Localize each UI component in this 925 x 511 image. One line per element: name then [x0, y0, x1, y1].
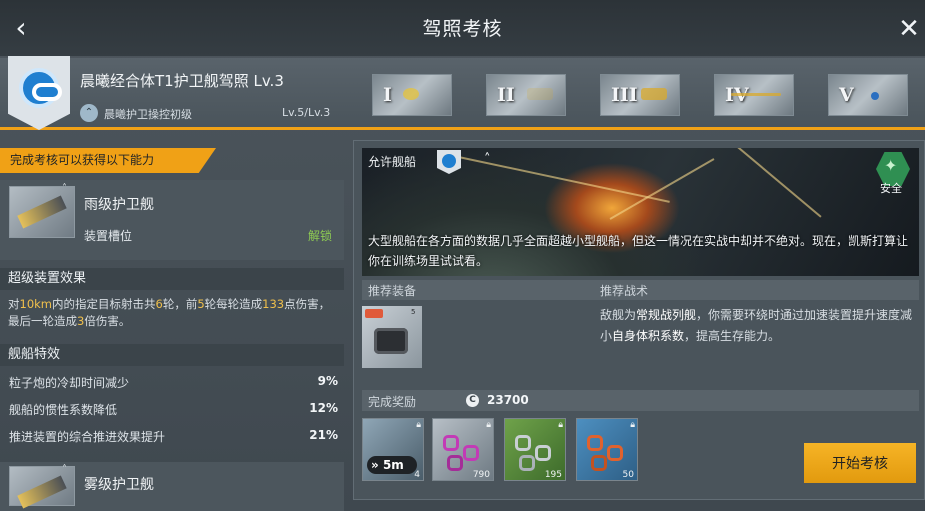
- effect-row-label: 推进装置的综合推进效果提升: [9, 430, 166, 444]
- effect-row-label: 舰船的惯性系数降低: [9, 403, 118, 417]
- start-exam-button[interactable]: 开始考核: [804, 443, 916, 483]
- stage-tab-5[interactable]: V: [828, 74, 908, 116]
- safety-label: 安全: [880, 182, 902, 195]
- unlock-status: 解锁: [308, 229, 333, 243]
- caret-up-icon[interactable]: ˄: [484, 152, 491, 167]
- super-effect-title: 超级装置效果: [0, 268, 344, 290]
- stage-tab-2[interactable]: II: [486, 74, 566, 116]
- stage-tab-4[interactable]: IV: [714, 74, 794, 116]
- item-quantity: 50: [622, 470, 634, 480]
- slot-label: 装置槽位: [84, 229, 133, 243]
- effect-row-value: 21%: [309, 428, 338, 442]
- lock-icon: 🔒︎: [416, 420, 421, 430]
- lock-icon: 🔒︎: [558, 420, 563, 430]
- equipment-level: 5: [411, 308, 416, 316]
- caret-up-icon: ˄: [62, 464, 67, 475]
- reward-item-green-ore[interactable]: 🔒︎ 195: [504, 418, 566, 481]
- license-name: 晨曦经合体T1护卫舰驾照 Lv.3: [80, 72, 284, 90]
- recommended-tactic-label: 推荐战术: [600, 284, 649, 298]
- tactic-description: 敌舰为常规战列舰，你需要环绕时通过加速装置提升速度减小自身体积系数，提高生存能力…: [600, 308, 913, 343]
- reward-header-row: [362, 390, 919, 411]
- effect-row-value: 9%: [317, 374, 338, 388]
- credit-coin-icon: C: [466, 394, 479, 407]
- stage-tab-3[interactable]: III: [600, 74, 680, 116]
- reward-amount: 23700: [487, 393, 529, 407]
- lock-icon: 🔒︎: [630, 420, 635, 430]
- ship-name: 雨级护卫舰: [84, 197, 154, 213]
- ship-name: 雾级护卫舰: [84, 477, 154, 493]
- allowed-ship-label: 允许舰船: [368, 155, 417, 169]
- reward-label: 完成奖励: [368, 395, 417, 409]
- caret-up-icon: ˄: [62, 183, 67, 194]
- stage-tab-1[interactable]: I: [372, 74, 452, 116]
- speed-chip: » 5m: [367, 456, 417, 474]
- faction-emblem-icon: [19, 68, 62, 108]
- reward-item-orange-ore[interactable]: 🔒︎ 50: [576, 418, 638, 481]
- item-quantity: 195: [544, 470, 562, 480]
- skill-level: Lv.5/Lv.3: [282, 106, 331, 119]
- effect-row-value: 12%: [309, 401, 338, 415]
- reward-item-boost[interactable]: 🔒︎ » 5m 4: [362, 418, 424, 481]
- tier-badge-icon: [365, 309, 383, 318]
- skill-name: 晨曦护卫操控初级: [104, 108, 192, 121]
- item-quantity: 4: [414, 470, 420, 480]
- super-effect-description: 对10km内的指定目标射击共6轮，前5轮每轮造成133点伤害，最后一轮造成3倍伤…: [8, 297, 331, 328]
- reward-item-purple-ore[interactable]: 🔒︎ 790: [432, 418, 494, 481]
- effect-row-label: 粒子炮的冷却时间减少: [9, 376, 130, 390]
- ship-effects-title: 舰船特效: [0, 344, 344, 366]
- close-button[interactable]: ✕: [894, 12, 924, 46]
- recommended-equipment-label: 推荐装备: [368, 284, 417, 298]
- mission-story: 大型舰船在各方面的数据几乎全面超越小型舰船，但这一情况在实战中却并不绝对。现在，…: [368, 234, 909, 268]
- skill-icon: ⌃: [80, 104, 98, 122]
- item-quantity: 790: [472, 470, 490, 480]
- page-title: 驾照考核: [422, 18, 503, 40]
- close-icon: ✕: [898, 14, 920, 44]
- lock-icon: 🔒︎: [486, 420, 491, 430]
- abilities-banner: 完成考核可以获得以下能力: [0, 148, 216, 173]
